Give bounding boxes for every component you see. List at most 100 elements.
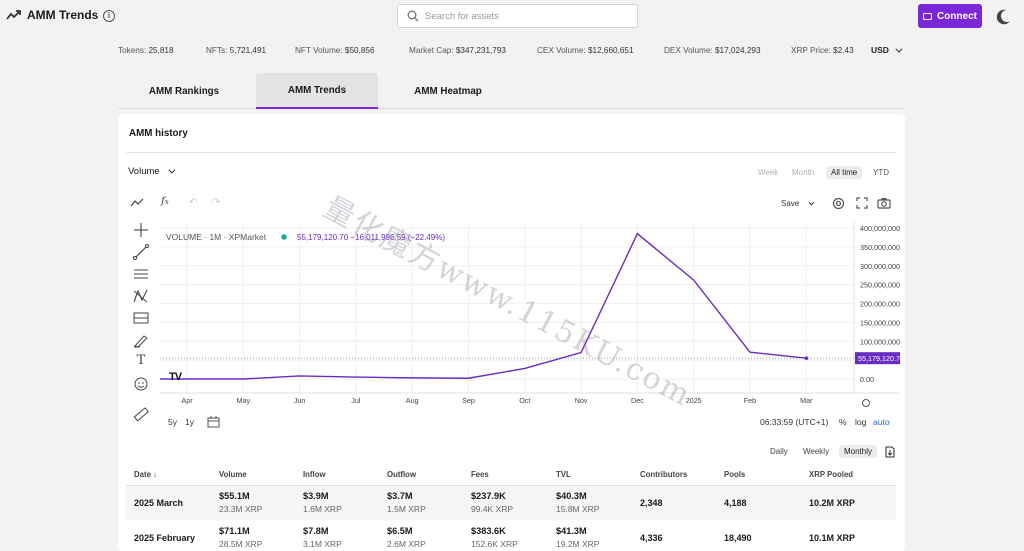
frequency-weekly[interactable]: Weekly (803, 447, 829, 456)
tradingview-logo: TV (169, 371, 182, 383)
cell-contributors: 2,348 (640, 498, 663, 508)
tab-amm-rankings[interactable]: AMM Rankings (123, 73, 245, 109)
metric-select[interactable]: Volume (128, 166, 176, 177)
fib-retracement-icon[interactable] (132, 310, 150, 326)
search-icon (407, 10, 419, 22)
text-tool-icon[interactable]: T (132, 353, 150, 369)
search-box[interactable] (397, 4, 638, 28)
connect-label: Connect (937, 10, 977, 22)
range-1y[interactable]: 1y (185, 417, 194, 427)
stat-market-cap: Market Cap: $347,231,793 (409, 46, 506, 55)
redo-icon[interactable]: ↷ (212, 197, 220, 208)
column-inflow[interactable]: Inflow (303, 470, 326, 479)
chevron-down-icon (808, 199, 815, 205)
stat-cex-volume: CEX Volume: $12,660,651 (537, 46, 634, 55)
tab-amm-heatmap[interactable]: AMM Heatmap (387, 73, 509, 109)
range-week[interactable]: Week (753, 166, 783, 179)
cell-volume: $55.1M 23.3M XRP (219, 491, 263, 514)
parallel-lines-icon[interactable] (132, 266, 150, 282)
brush-icon[interactable] (132, 332, 150, 348)
cell-xrp-pooled: 10.2M XRP (809, 498, 856, 508)
column-outflow[interactable]: Outflow (387, 470, 416, 479)
connect-button[interactable]: Connect (918, 4, 982, 28)
cell-pools: 4,188 (724, 498, 747, 508)
trend-icon (6, 10, 21, 20)
cell-fees: $383.6K 152.6K XRP (471, 526, 518, 549)
x-tick-label: Jun (294, 396, 306, 405)
column-date[interactable]: Date ↓ (134, 470, 157, 479)
panel-title: AMM history (129, 128, 188, 139)
amm-history-panel: AMM history Volume Week Month All time Y… (118, 114, 905, 551)
table-row[interactable]: 2025 March $55.1M 23.3M XRP $3.9M 1.6M XRP… (126, 486, 896, 520)
settings-icon[interactable] (832, 197, 845, 210)
search-input[interactable] (425, 8, 625, 24)
y-tick-label: 350,000,000.00 (860, 243, 900, 252)
column-fees[interactable]: Fees (471, 470, 489, 479)
chart-legend-symbol: VOLUME · 1M · XPMarket (166, 232, 267, 242)
camera-icon[interactable] (877, 197, 891, 209)
range-all-time[interactable]: All time (826, 166, 863, 179)
ruler-icon[interactable] (132, 406, 150, 422)
range-ytd[interactable]: YTD (868, 166, 894, 179)
x-tick-label: Dec (631, 396, 644, 405)
column-volume[interactable]: Volume (219, 470, 247, 479)
y-tick-label: 250,000,000.00 (860, 281, 900, 290)
theme-toggle-moon-icon[interactable] (1001, 10, 1013, 22)
last-data-point (804, 356, 809, 360)
row-date: 2025 February (134, 533, 196, 543)
range-5y[interactable]: 5y (168, 417, 177, 427)
tab-amm-trends[interactable]: AMM Trends (256, 73, 378, 109)
crosshair-icon[interactable] (132, 222, 150, 238)
save-button[interactable]: Save (781, 199, 815, 208)
currency-select[interactable]: USD (871, 45, 903, 55)
cell-pools: 18,490 (724, 533, 752, 543)
line-chart-icon[interactable] (130, 198, 144, 208)
chart-time: 06:33:59 (UTC+1) (760, 417, 829, 427)
x-tick-label: Apr (181, 396, 193, 405)
legend-dot (281, 234, 287, 240)
chevron-down-icon (168, 166, 176, 174)
frequency-daily[interactable]: Daily (770, 447, 788, 456)
column-xrp-pooled[interactable]: XRP Pooled (809, 470, 853, 479)
table-row[interactable]: 2025 February $71.1M 28.5M XRP $7.8M 3.1M … (126, 521, 896, 551)
info-icon[interactable]: i (103, 10, 115, 22)
stat-tokens: Tokens: 25,818 (118, 46, 174, 55)
wallet-icon (923, 12, 932, 20)
column-tvl[interactable]: TVL (556, 470, 571, 479)
x-tick-label: Sep (462, 396, 475, 405)
auto-scale-toggle[interactable]: auto (873, 417, 890, 427)
emoji-icon[interactable] (132, 376, 150, 392)
x-tick-label: Oct (519, 396, 530, 405)
y-tick-label: 150,000,000.00 (860, 318, 900, 327)
pattern-icon[interactable] (132, 288, 150, 304)
log-scale-toggle[interactable]: log (855, 417, 866, 427)
export-csv-icon[interactable] (885, 446, 895, 458)
tab-bar: AMM Rankings AMM Trends AMM Heatmap (118, 73, 904, 109)
date-range-icon[interactable] (207, 416, 220, 428)
y-tick-label: 100,000,000.00 (860, 337, 900, 346)
app-logo[interactable]: AMM Trends (6, 8, 98, 22)
x-tick-label: Nov (575, 396, 588, 405)
range-month[interactable]: Month (787, 166, 819, 179)
sort-arrow-icon: ↓ (153, 470, 157, 479)
fullscreen-icon[interactable] (856, 197, 868, 209)
x-tick-label: May (237, 396, 251, 405)
x-tick-label: Mar (800, 396, 813, 405)
top-bar: AMM Trends i Connect (0, 0, 1024, 33)
x-tick-label: Aug (406, 396, 419, 405)
x-tick-label: Jul (351, 396, 361, 405)
app-title: AMM Trends (27, 8, 99, 22)
column-contributors[interactable]: Contributors (640, 470, 687, 479)
column-pools[interactable]: Pools (724, 470, 745, 479)
percent-scale-toggle[interactable]: % (839, 417, 847, 427)
cell-inflow: $7.8M 3.1M XRP (303, 526, 342, 549)
table-header: Date ↓ Volume Inflow Outflow Fees TVL Co… (126, 464, 896, 486)
chevron-down-icon (895, 45, 903, 53)
cell-xrp-pooled: 10.1M XRP (809, 533, 856, 543)
indicators-icon[interactable]: fx (161, 196, 169, 207)
cell-inflow: $3.9M 1.6M XRP (303, 491, 342, 514)
frequency-monthly[interactable]: Monthly (839, 445, 878, 458)
cell-outflow: $6.5M 2.6M XRP (387, 526, 426, 549)
trend-line-icon[interactable] (132, 244, 150, 260)
undo-icon[interactable]: ↶ (189, 197, 197, 208)
